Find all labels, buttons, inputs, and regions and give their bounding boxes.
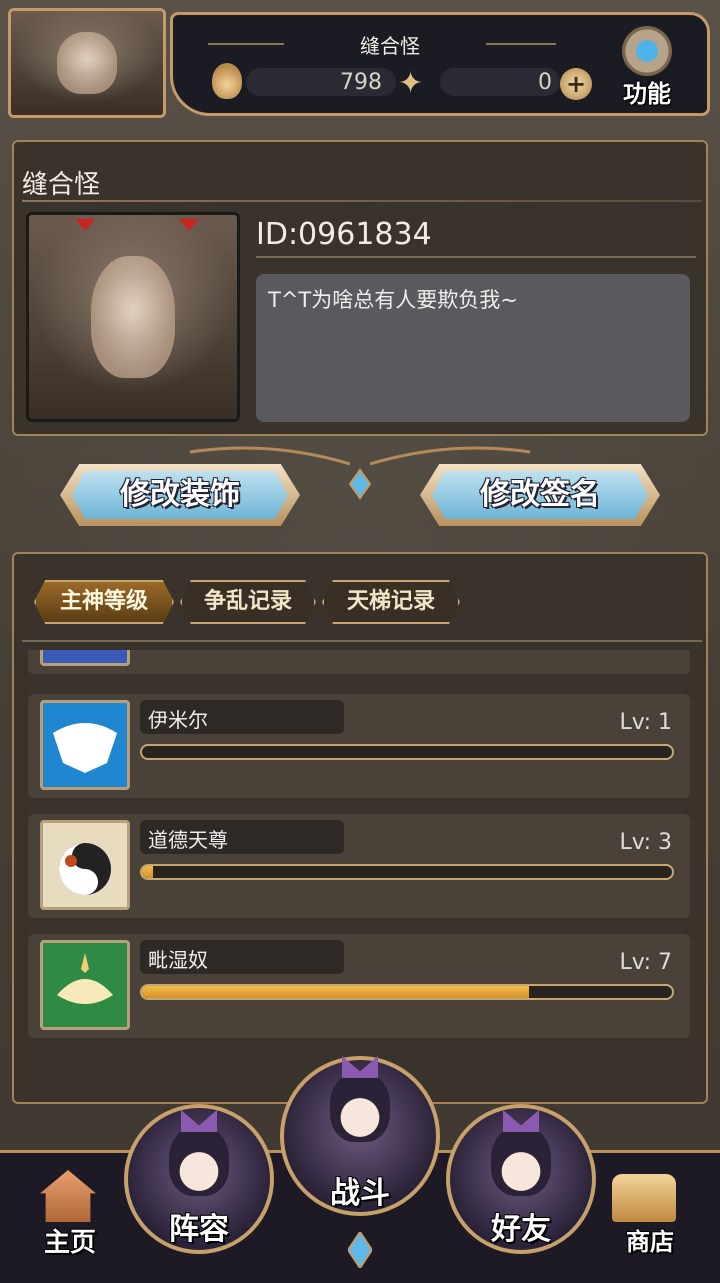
god-level: Lv: 7	[619, 950, 672, 975]
list-item[interactable]: 伊米尔 Lv: 1	[28, 694, 690, 798]
edit-decoration-button[interactable]: 修改装饰	[60, 464, 300, 526]
nav-home-label: 主页	[43, 1228, 96, 1258]
god-name: 道德天尊	[148, 828, 228, 852]
edit-decoration-label: 修改装饰	[120, 477, 240, 512]
function-label: 功能	[623, 80, 671, 108]
flame-currency-icon	[212, 63, 242, 99]
tabs-divider	[22, 640, 702, 642]
avatar-art	[29, 215, 237, 419]
god-name: 毗湿奴	[148, 948, 208, 972]
add-currency-button[interactable]: +	[560, 68, 592, 100]
list-item[interactable]: 道德天尊 Lv: 3	[28, 814, 690, 918]
edit-signature-label: 修改签名	[480, 477, 600, 512]
player-portrait[interactable]	[8, 8, 166, 118]
id-divider	[256, 256, 696, 258]
butterfly-currency-icon: ✦	[398, 66, 424, 101]
progress-fill	[142, 866, 153, 878]
level-progress-bar	[140, 744, 674, 760]
level-progress-bar	[140, 864, 674, 880]
nav-friends[interactable]: 好友	[440, 1096, 602, 1266]
treasure-chest-icon	[612, 1174, 676, 1222]
yin-yang-icon	[40, 820, 130, 910]
avatar[interactable]	[26, 212, 240, 422]
portrait-art	[11, 11, 163, 115]
progress-fill	[142, 986, 529, 998]
currency-1-value: 798	[340, 70, 382, 95]
player-id: ID:0961834	[256, 217, 432, 252]
gear-icon	[622, 26, 672, 76]
friends-character-icon	[491, 1126, 551, 1196]
god-level: Lv: 3	[619, 830, 672, 855]
battle-character-icon	[330, 1072, 390, 1142]
tab-god-level[interactable]: 主神等级	[34, 580, 174, 624]
list-item	[28, 650, 690, 674]
function-button[interactable]: 功能	[614, 26, 680, 108]
nav-battle-label: 战斗	[330, 1176, 390, 1211]
level-progress-bar	[140, 984, 674, 1000]
top-player-name: 缝合怪	[360, 34, 420, 58]
list-item[interactable]: 毗湿奴 Lv: 7	[28, 934, 690, 1038]
nav-gem-icon	[348, 1232, 372, 1268]
signature-box: T^T为啥总有人要欺负我~	[256, 274, 690, 422]
lotus-icon	[40, 940, 130, 1030]
tab-conflict-records[interactable]: 争乱记录	[180, 580, 316, 624]
profile-divider	[22, 200, 702, 202]
nav-shop-label: 商店	[626, 1228, 674, 1256]
god-level-list[interactable]: 伊米尔 Lv: 1 道德天尊 Lv: 3 毗湿奴 Lv: 7	[28, 650, 692, 1090]
partial-god-icon	[40, 650, 130, 666]
profile-name: 缝合怪	[22, 170, 101, 200]
nav-lineup[interactable]: 阵容	[118, 1096, 280, 1266]
currency-2-value: 0	[538, 70, 552, 95]
nav-friends-label: 好友	[491, 1212, 551, 1247]
ymir-ram-icon	[40, 700, 130, 790]
nav-lineup-label: 阵容	[169, 1212, 229, 1247]
tab-ladder-records[interactable]: 天梯记录	[322, 580, 460, 624]
edit-signature-button[interactable]: 修改签名	[420, 464, 660, 526]
nav-battle[interactable]: 战斗	[276, 1050, 444, 1230]
top-bar: 缝合怪 798 ✦ 0 + 功能	[0, 0, 720, 120]
god-name: 伊米尔	[148, 708, 208, 732]
lineup-character-icon	[169, 1126, 229, 1196]
god-level: Lv: 1	[619, 710, 672, 735]
